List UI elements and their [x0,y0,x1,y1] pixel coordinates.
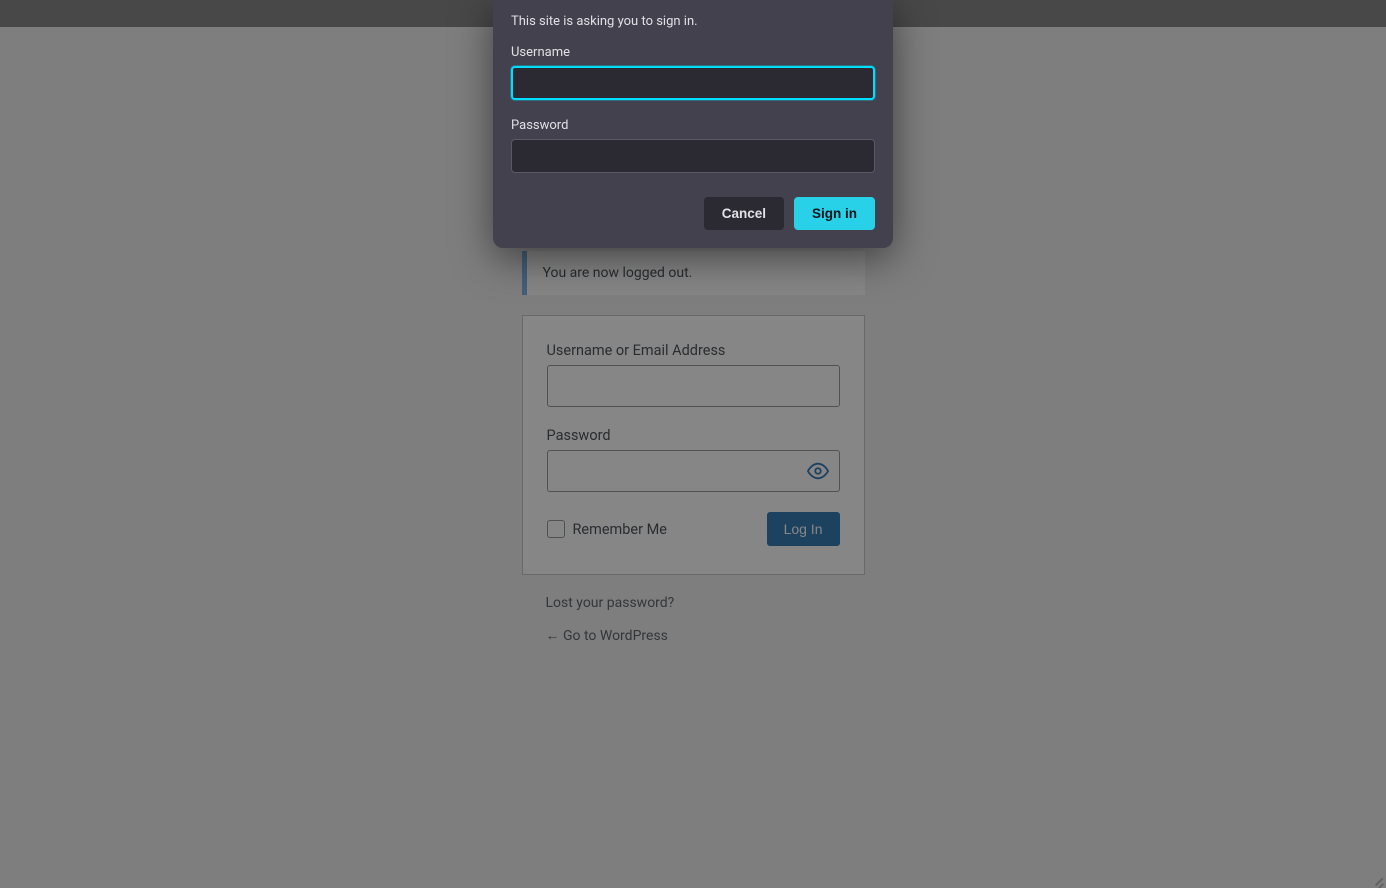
auth-prompt-text: This site is asking you to sign in. [511,14,875,29]
signin-button[interactable]: Sign in [794,197,875,230]
auth-username-input[interactable] [511,66,875,100]
auth-password-label: Password [511,118,875,133]
auth-username-label: Username [511,45,875,60]
cancel-button[interactable]: Cancel [704,197,784,230]
auth-password-input[interactable] [511,139,875,173]
http-auth-dialog: This site is asking you to sign in. User… [493,0,893,248]
auth-button-row: Cancel Sign in [511,197,875,230]
